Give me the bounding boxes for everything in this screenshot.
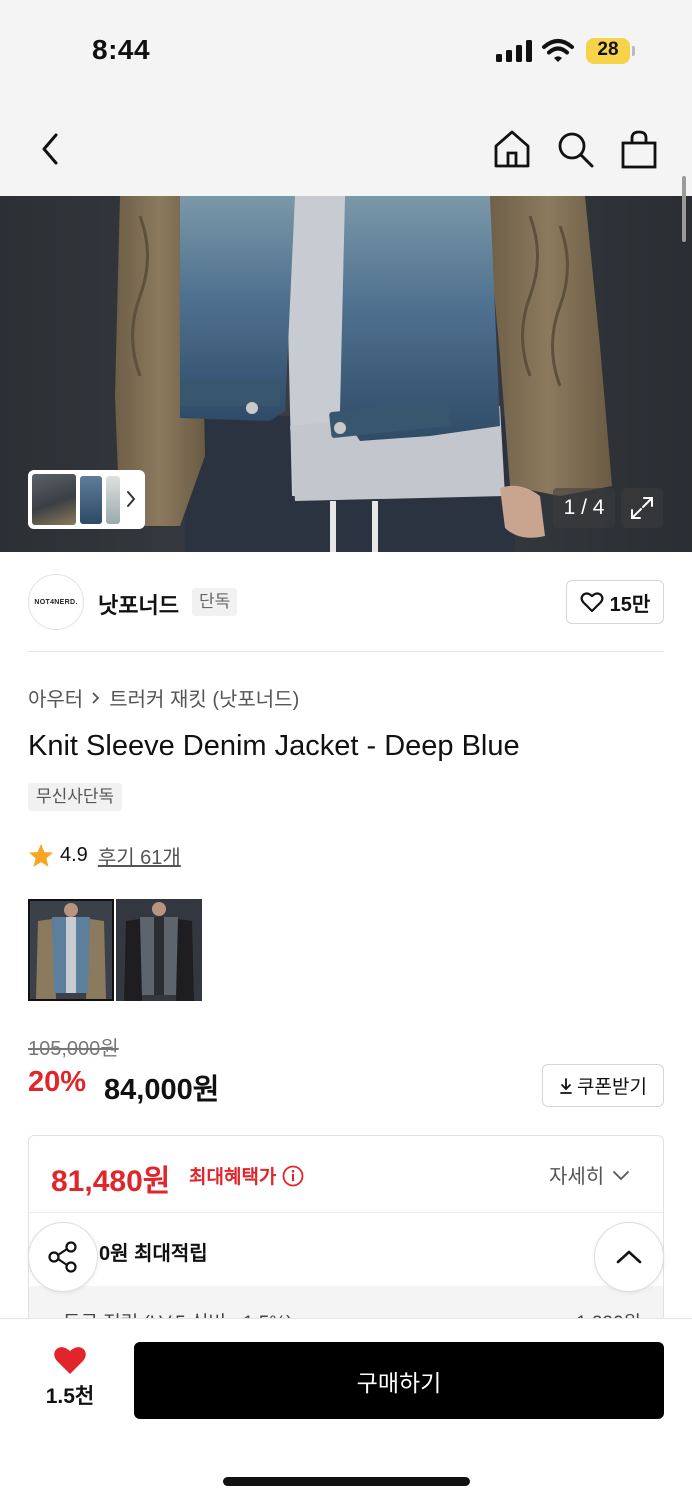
- chevron-right-icon: [92, 691, 100, 704]
- battery-cap: [632, 46, 635, 56]
- search-icon: [558, 132, 594, 168]
- rating-row: 4.9 후기 61개: [28, 841, 181, 870]
- battery-indicator: 28: [586, 38, 635, 64]
- product-title: Knit Sleeve Denim Jacket - Deep Blue: [28, 730, 520, 762]
- cellular-signal-icon: [496, 40, 532, 62]
- download-icon: [560, 1077, 572, 1094]
- gallery-thumbnail-strip[interactable]: [28, 470, 145, 529]
- scroll-indicator[interactable]: [682, 176, 686, 242]
- wishlist-button[interactable]: 1.5천: [30, 1344, 110, 1418]
- brand-like-button[interactable]: 15만: [566, 580, 664, 624]
- coupon-download-button[interactable]: 쿠폰받기: [542, 1064, 664, 1107]
- share-button[interactable]: [28, 1222, 98, 1292]
- max-benefit-text: 최대혜택가: [189, 1167, 277, 1188]
- share-icon: [48, 1241, 77, 1273]
- divider: [28, 651, 664, 652]
- chevron-down-icon: [613, 1170, 630, 1180]
- buy-button[interactable]: 구매하기: [134, 1342, 664, 1419]
- swatch-image: [30, 901, 112, 999]
- brand-exclusive-badge: 단독: [192, 588, 238, 616]
- breadcrumb: 아우터 트러커 재킷 (낫포너드): [28, 683, 299, 712]
- coupon-label: 쿠폰받기: [577, 1077, 647, 1098]
- rating-value: 4.9: [60, 844, 88, 866]
- review-link[interactable]: 후기 61개: [98, 841, 181, 870]
- info-icon: [283, 1165, 304, 1186]
- scroll-top-button[interactable]: [594, 1222, 664, 1292]
- shopping-bag-icon: [621, 130, 657, 169]
- chevron-left-icon: [42, 133, 58, 165]
- exclusive-badge: 무신사단독: [28, 783, 123, 811]
- brand-like-count: 15만: [609, 593, 651, 616]
- breadcrumb-subcategory[interactable]: 트러커 재킷 (낫포너드): [109, 683, 299, 712]
- discount-rate: 20%: [28, 1066, 87, 1098]
- home-button[interactable]: [490, 124, 534, 174]
- max-benefit-price: 81,480원: [51, 1165, 171, 1198]
- gallery-thumbnail[interactable]: [32, 474, 76, 525]
- brand-name[interactable]: 낫포너드: [98, 588, 179, 620]
- sale-price: 84,000원: [104, 1074, 220, 1106]
- back-button[interactable]: [28, 124, 72, 174]
- star-icon: [29, 844, 53, 867]
- color-option-black[interactable]: [116, 899, 202, 1001]
- search-button[interactable]: [553, 124, 597, 174]
- benefit-detail-toggle[interactable]: 자세히: [549, 1160, 630, 1189]
- chevron-right-icon: [127, 491, 136, 507]
- home-indicator: [223, 1477, 470, 1486]
- gallery-thumbnail[interactable]: [80, 476, 102, 524]
- benefit-panel: 81,480원 최대혜택가 자세히 0원 최대적립 등급 적립 (LV.5 실버…: [28, 1135, 664, 1335]
- status-bar: 8:44 28: [0, 0, 692, 100]
- color-option-deep-blue[interactable]: [28, 899, 114, 1001]
- battery-level: 28: [597, 39, 619, 60]
- chevron-up-icon: [616, 1250, 642, 1264]
- swatch-image: [116, 899, 202, 1001]
- divider: [29, 1212, 663, 1213]
- fullscreen-button[interactable]: [621, 488, 663, 528]
- image-counter: 1 / 4: [553, 488, 615, 528]
- status-time: 8:44: [92, 34, 151, 65]
- max-benefit-label[interactable]: 최대혜택가: [189, 1162, 304, 1189]
- wifi-icon: [542, 39, 574, 62]
- breadcrumb-category[interactable]: 아우터: [28, 683, 83, 712]
- wishlist-count: 1.5천: [45, 1385, 95, 1408]
- original-price: 105,000원: [28, 1038, 119, 1060]
- home-icon: [494, 130, 530, 168]
- detail-label: 자세히: [549, 1166, 605, 1188]
- heart-filled-icon: [54, 1347, 86, 1374]
- heart-outline-icon: [580, 592, 604, 613]
- cart-button[interactable]: [617, 124, 661, 174]
- expand-icon: [631, 497, 653, 519]
- brand-logo[interactable]: NOT4NERD.: [28, 574, 84, 630]
- gallery-thumbnail[interactable]: [106, 476, 120, 524]
- max-points-label: 0원 최대적립: [99, 1243, 208, 1265]
